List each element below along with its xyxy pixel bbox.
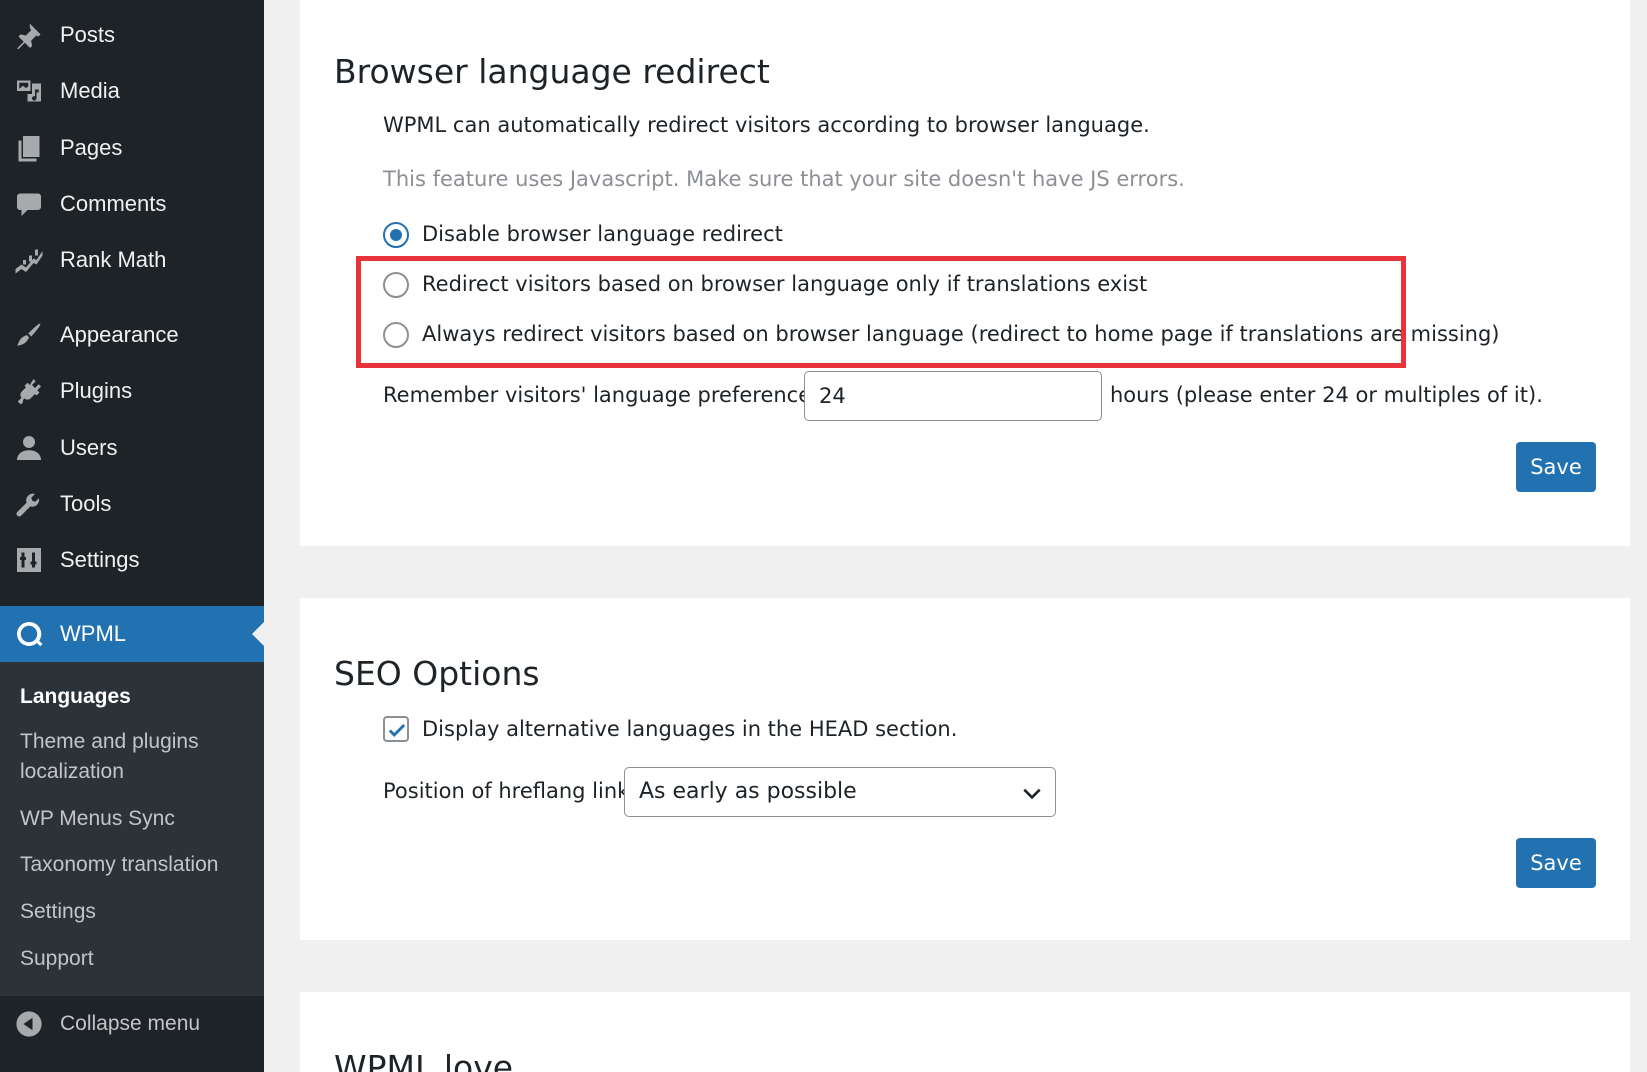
radio-disable-redirect[interactable] bbox=[383, 222, 409, 248]
wpml-love-panel: WPML love bbox=[300, 992, 1630, 1072]
active-arrow bbox=[252, 622, 264, 646]
panel-title: WPML love bbox=[334, 1048, 514, 1072]
rank-math-icon bbox=[12, 243, 46, 277]
redirect-description: WPML can automatically redirect visitors… bbox=[383, 113, 1150, 137]
menu-label: WPML bbox=[60, 621, 126, 646]
collapse-menu-button[interactable]: Collapse menu bbox=[0, 998, 264, 1050]
menu-item-wpml[interactable]: WPML bbox=[0, 606, 264, 662]
settings-icon bbox=[12, 543, 46, 577]
admin-sidebar: Posts Media Pages Comments Rank Math App… bbox=[0, 0, 264, 1072]
menu-item-appearance[interactable]: Appearance bbox=[0, 310, 264, 360]
user-icon bbox=[12, 431, 46, 465]
menu-item-media[interactable]: Media bbox=[0, 66, 264, 116]
option-label: Redirect visitors based on browser langu… bbox=[422, 272, 1148, 296]
wpml-icon bbox=[12, 617, 46, 651]
display-alt-languages-checkbox[interactable] bbox=[383, 716, 409, 742]
pages-icon bbox=[12, 131, 46, 165]
hreflang-position-select[interactable]: As early as possible bbox=[624, 767, 1056, 817]
menu-item-plugins[interactable]: Plugins bbox=[0, 366, 264, 416]
media-icon bbox=[12, 74, 46, 108]
comment-icon bbox=[12, 187, 46, 221]
collapse-menu-label: Collapse menu bbox=[60, 1012, 201, 1035]
menu-label: Posts bbox=[60, 22, 116, 47]
menu-label: Rank Math bbox=[60, 247, 167, 272]
pushpin-icon bbox=[12, 18, 46, 52]
remember-hours-input[interactable]: 24 bbox=[804, 371, 1102, 421]
menu-item-rank-math[interactable]: Rank Math bbox=[0, 235, 264, 285]
menu-item-tools[interactable]: Tools bbox=[0, 479, 264, 529]
radio-always-redirect[interactable] bbox=[383, 322, 409, 348]
submenu-item-support[interactable]: Support bbox=[20, 944, 256, 974]
menu-item-comments[interactable]: Comments bbox=[0, 179, 264, 229]
radio-redirect-if-translations-exist[interactable] bbox=[383, 272, 409, 298]
menu-item-settings[interactable]: Settings bbox=[0, 535, 264, 585]
menu-label: Settings bbox=[60, 547, 140, 572]
display-alt-languages-label: Display alternative languages in the HEA… bbox=[422, 717, 958, 741]
menu-item-posts[interactable]: Posts bbox=[0, 10, 264, 60]
browser-language-redirect-panel: Browser language redirect WPML can autom… bbox=[300, 0, 1630, 546]
paintbrush-icon bbox=[12, 318, 46, 352]
submenu-item-languages[interactable]: Languages bbox=[20, 682, 256, 712]
panel-title: Browser language redirect bbox=[334, 52, 770, 91]
menu-label: Tools bbox=[60, 491, 112, 516]
menu-label: Plugins bbox=[60, 378, 133, 403]
submenu-item-theme-plugins-localization[interactable]: Theme and plugins localization bbox=[20, 727, 256, 787]
hreflang-position-label: Position of hreflang links bbox=[383, 779, 641, 803]
chevron-down-icon bbox=[1023, 788, 1041, 800]
hreflang-selected-value: As early as possible bbox=[639, 779, 857, 804]
menu-item-users[interactable]: Users bbox=[0, 423, 264, 473]
seo-options-panel: SEO Options Display alternative language… bbox=[300, 598, 1630, 940]
submenu-item-wp-menus-sync[interactable]: WP Menus Sync bbox=[20, 804, 256, 834]
menu-label: Appearance bbox=[60, 322, 179, 347]
remember-preference-suffix: hours (please enter 24 or multiples of i… bbox=[1110, 383, 1543, 407]
menu-label: Media bbox=[60, 78, 120, 103]
checkmark-icon bbox=[388, 724, 406, 737]
menu-label: Pages bbox=[60, 135, 123, 160]
option-label: Disable browser language redirect bbox=[422, 222, 783, 246]
plugin-icon bbox=[12, 374, 46, 408]
submenu-item-taxonomy-translation[interactable]: Taxonomy translation bbox=[20, 850, 256, 880]
panel-title: SEO Options bbox=[334, 654, 540, 693]
collapse-arrow-icon bbox=[12, 1007, 46, 1041]
save-seo-button[interactable]: Save bbox=[1516, 838, 1596, 888]
menu-label: Users bbox=[60, 435, 118, 460]
save-redirect-button[interactable]: Save bbox=[1516, 442, 1596, 492]
menu-label: Comments bbox=[60, 191, 167, 216]
option-label: Always redirect visitors based on browse… bbox=[422, 322, 1500, 346]
wrench-icon bbox=[12, 487, 46, 521]
menu-item-pages[interactable]: Pages bbox=[0, 123, 264, 173]
remember-preference-label: Remember visitors' language preference f… bbox=[383, 383, 847, 407]
wpml-submenu: Languages Theme and plugins localization… bbox=[0, 662, 264, 996]
submenu-item-settings[interactable]: Settings bbox=[20, 897, 256, 927]
redirect-js-note: This feature uses Javascript. Make sure … bbox=[383, 167, 1185, 191]
